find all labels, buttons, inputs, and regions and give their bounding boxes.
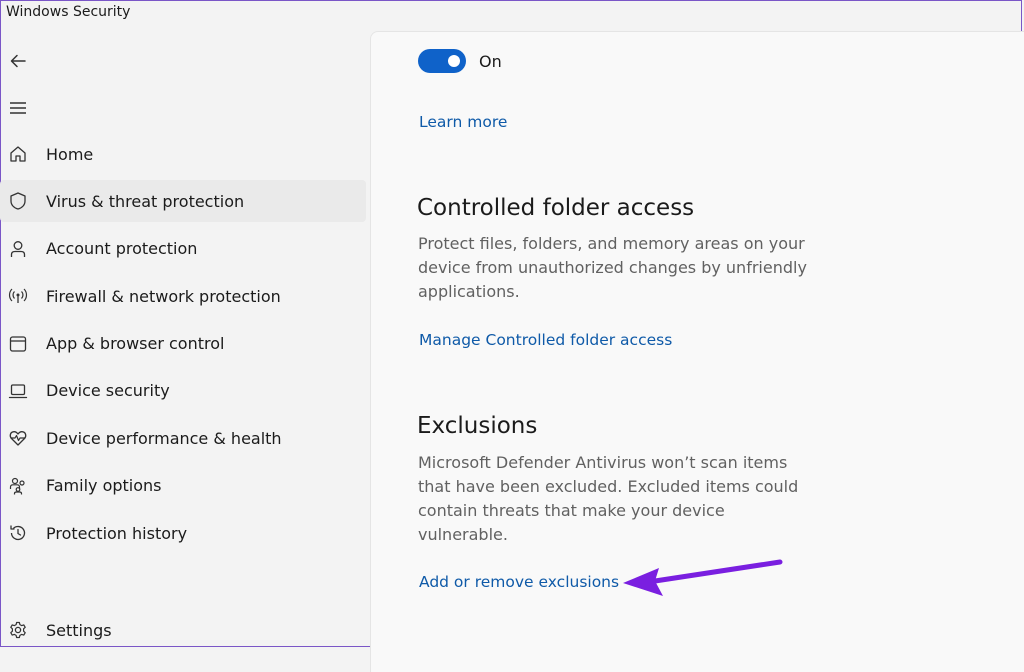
history-icon <box>8 523 28 543</box>
gear-icon <box>8 620 28 640</box>
sidebar-item-label: Protection history <box>46 523 188 543</box>
sidebar-item-device-performance[interactable]: Device performance & health <box>0 417 366 459</box>
protection-toggle[interactable] <box>418 49 466 73</box>
sidebar-item-virus-threat-protection[interactable]: Virus & threat protection <box>0 180 366 223</box>
sidebar-item-account-protection[interactable]: Account protection <box>0 228 366 270</box>
section-description-exclusions: Microsoft Defender Antivirus won’t scan … <box>418 453 799 544</box>
sidebar-nav: Home Virus & threat protection Account p… <box>0 133 366 560</box>
family-icon <box>8 476 28 496</box>
learn-more-link[interactable]: Learn more <box>419 113 507 131</box>
manage-controlled-folder-access-link[interactable]: Manage Controlled folder access <box>419 331 672 349</box>
settings-label: Settings <box>46 620 112 640</box>
sidebar-item-label: Family options <box>46 476 162 496</box>
window-title: Windows Security <box>6 4 131 20</box>
shield-icon <box>8 191 28 211</box>
sidebar-item-label: Virus & threat protection <box>46 191 245 211</box>
sidebar-item-device-security[interactable]: Device security <box>0 370 366 412</box>
sidebar-item-label: Firewall & network protection <box>46 286 281 306</box>
sidebar-item-home[interactable]: Home <box>0 133 366 175</box>
sidebar-item-family-options[interactable]: Family options <box>0 465 366 507</box>
person-icon <box>8 239 28 259</box>
window-icon <box>8 334 28 354</box>
toggle-knob <box>448 55 460 67</box>
toggle-state-label: On <box>479 52 502 71</box>
add-or-remove-exclusions-link[interactable]: Add or remove exclusions <box>419 573 619 591</box>
sidebar-item-label: Account protection <box>46 239 198 259</box>
heart-pulse-icon <box>8 428 28 448</box>
sidebar-item-label: App & browser control <box>46 334 225 354</box>
menu-button[interactable] <box>8 98 28 118</box>
laptop-icon <box>8 381 28 401</box>
sidebar-item-settings[interactable]: Settings <box>0 610 366 650</box>
sidebar-item-protection-history[interactable]: Protection history <box>0 512 366 554</box>
sidebar-item-label: Home <box>46 144 94 164</box>
section-title-exclusions: Exclusions <box>417 413 538 439</box>
sidebar-item-label: Device security <box>46 381 170 401</box>
section-title-controlled-folder-access: Controlled folder access <box>417 195 695 221</box>
back-button[interactable] <box>8 51 28 71</box>
antenna-icon <box>8 286 28 306</box>
back-arrow-icon <box>10 54 26 68</box>
sidebar-item-app-browser-control[interactable]: App & browser control <box>0 323 366 365</box>
section-description-controlled-folder-access: Protect files, folders, and memory areas… <box>418 234 807 301</box>
hamburger-icon <box>10 102 26 114</box>
annotation-arrow-icon <box>623 559 783 596</box>
sidebar-item-label: Device performance & health <box>46 428 282 448</box>
sidebar-item-firewall[interactable]: Firewall & network protection <box>0 275 366 317</box>
home-icon <box>8 144 28 164</box>
